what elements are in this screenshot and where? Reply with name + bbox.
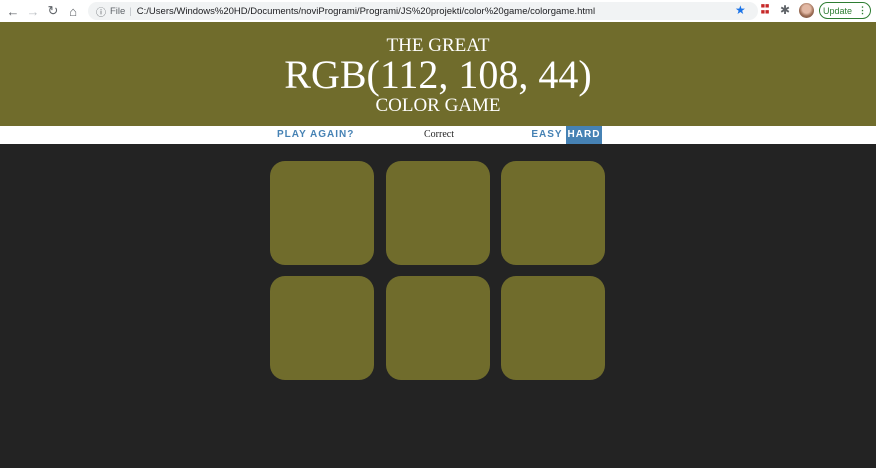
color-square[interactable]: [270, 161, 374, 265]
menu-kebab-icon: ⋮: [858, 5, 868, 15]
profile-avatar[interactable]: [799, 3, 814, 18]
bookmark-star-icon[interactable]: ★: [735, 3, 746, 17]
easy-mode-button[interactable]: EASY: [528, 126, 566, 144]
url-scheme-label: File: [110, 5, 126, 17]
url-text[interactable]: C:/Users/Windows%20HD/Documents/noviProg…: [137, 6, 595, 17]
puzzle-icon[interactable]: ✱: [780, 3, 790, 17]
info-icon[interactable]: ⓘ: [96, 4, 106, 19]
update-button[interactable]: Update ⋮: [819, 2, 871, 19]
extension-icon[interactable]: ■■ ■■: [760, 3, 770, 16]
hard-mode-button[interactable]: HARD: [566, 126, 602, 144]
update-label: Update: [822, 5, 853, 16]
reload-icon[interactable]: ↻: [42, 0, 64, 22]
address-bar[interactable]: ⓘ File | C:/Users/Windows%20HD/Documents…: [88, 2, 758, 20]
game-header: THE GREAT RGB(112, 108, 44) COLOR GAME: [0, 22, 876, 126]
color-square[interactable]: [501, 276, 605, 380]
forward-icon[interactable]: →: [22, 0, 44, 22]
url-separator: |: [129, 5, 132, 17]
home-icon[interactable]: ⌂: [62, 0, 84, 22]
color-square[interactable]: [386, 276, 490, 380]
control-stripe: PLAY AGAIN? Correct EASY HARD: [0, 126, 876, 144]
header-line-3: COLOR GAME: [375, 95, 501, 116]
color-square[interactable]: [386, 161, 490, 265]
color-square[interactable]: [501, 161, 605, 265]
color-square[interactable]: [270, 276, 374, 380]
rgb-display: RGB(112, 108, 44): [284, 52, 592, 97]
status-message: Correct: [424, 129, 454, 140]
browser-toolbar: ← → ↻ ⌂ ⓘ File | C:/Users/Windows%20HD/D…: [0, 0, 876, 22]
play-again-button[interactable]: PLAY AGAIN?: [272, 126, 359, 144]
back-icon[interactable]: ←: [2, 0, 24, 22]
